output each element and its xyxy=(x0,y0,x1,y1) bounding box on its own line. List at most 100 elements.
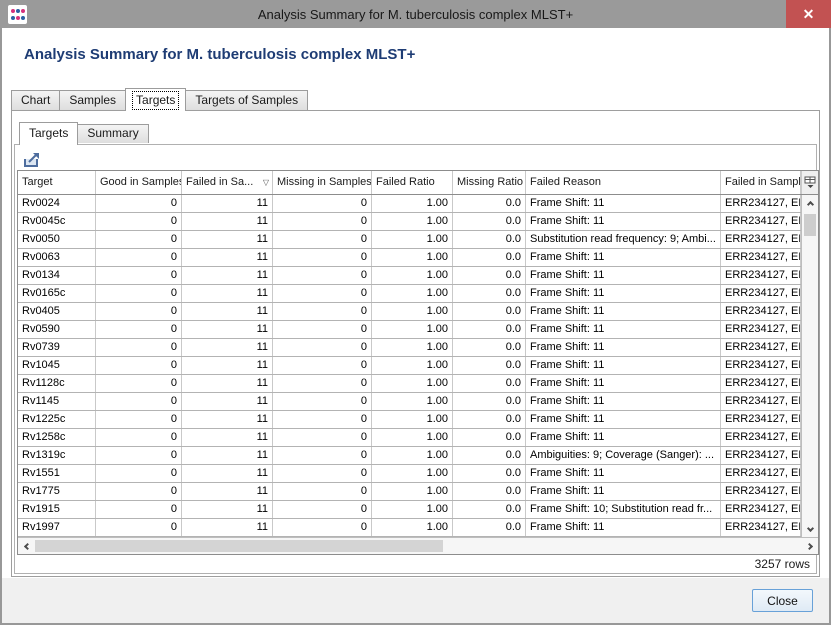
column-header-2[interactable]: Failed in Sa...▽ xyxy=(182,171,273,194)
column-header-7[interactable]: Failed in Sample xyxy=(721,171,801,194)
table-row[interactable]: Rv040501101.000.0Frame Shift: 11ERR23412… xyxy=(18,303,801,321)
table-row[interactable]: Rv005001101.000.0Substitution read frequ… xyxy=(18,231,801,249)
table-cell-3: 0 xyxy=(273,267,372,284)
table-cell-6: Frame Shift: 11 xyxy=(526,285,721,302)
table-cell-0: Rv0405 xyxy=(18,303,96,320)
table-cell-3: 0 xyxy=(273,375,372,392)
table-cell-6: Frame Shift: 11 xyxy=(526,411,721,428)
tab-samples[interactable]: Samples xyxy=(59,90,126,110)
footer: Close xyxy=(2,578,829,623)
table-row[interactable]: Rv177501101.000.0Frame Shift: 11ERR23412… xyxy=(18,483,801,501)
table-cell-7: ERR234127, ER. xyxy=(721,303,801,320)
table-cell-7: ERR234127, ER. xyxy=(721,267,801,284)
table-cell-6: Frame Shift: 11 xyxy=(526,519,721,536)
table-cell-5: 0.0 xyxy=(453,339,526,356)
table-cell-4: 1.00 xyxy=(372,519,453,536)
column-header-label: Missing Ratio xyxy=(457,176,523,188)
table-row[interactable]: Rv191501101.000.0Frame Shift: 10; Substi… xyxy=(18,501,801,519)
table-cell-3: 0 xyxy=(273,339,372,356)
table-cell-0: Rv0024 xyxy=(18,195,96,212)
table-cell-4: 1.00 xyxy=(372,465,453,482)
dialog-window: Analysis Summary for M. tuberculosis com… xyxy=(0,0,831,625)
column-chooser-button[interactable] xyxy=(801,171,818,194)
scroll-left-icon xyxy=(23,542,30,549)
table-cell-0: Rv1775 xyxy=(18,483,96,500)
table-cell-0: Rv1225c xyxy=(18,411,96,428)
table-row[interactable]: Rv1128c01101.000.0Frame Shift: 11ERR2341… xyxy=(18,375,801,393)
vertical-scrollbar[interactable] xyxy=(801,195,818,537)
table-cell-7: ERR234127, ER. xyxy=(721,231,801,248)
table-cell-2: 11 xyxy=(182,213,273,230)
scroll-left-button[interactable] xyxy=(18,538,34,554)
column-header-5[interactable]: Missing Ratio xyxy=(453,171,526,194)
table-cell-3: 0 xyxy=(273,231,372,248)
table-cell-4: 1.00 xyxy=(372,393,453,410)
table-row[interactable]: Rv114501101.000.0Frame Shift: 11ERR23412… xyxy=(18,393,801,411)
table-cell-7: ERR234127, ER. xyxy=(721,393,801,410)
app-icon-dot xyxy=(11,16,15,20)
table-cell-1: 0 xyxy=(96,195,182,212)
scroll-down-button[interactable] xyxy=(802,521,818,537)
table-cell-2: 11 xyxy=(182,249,273,266)
table-row[interactable]: Rv006301101.000.0Frame Shift: 11ERR23412… xyxy=(18,249,801,267)
table-cell-1: 0 xyxy=(96,447,182,464)
tab-targets-label: Targets xyxy=(132,91,179,110)
table-cell-1: 0 xyxy=(96,483,182,500)
table-cell-6: Frame Shift: 11 xyxy=(526,339,721,356)
table-cell-3: 0 xyxy=(273,357,372,374)
tab-inner-summary[interactable]: Summary xyxy=(77,124,148,143)
column-header-label: Missing in Samples xyxy=(277,176,372,188)
table-row[interactable]: Rv104501101.000.0Frame Shift: 11ERR23412… xyxy=(18,357,801,375)
scroll-right-button[interactable] xyxy=(802,538,818,554)
column-header-1[interactable]: Good in Samples xyxy=(96,171,182,194)
app-icon-dot xyxy=(11,9,15,13)
scroll-up-button[interactable] xyxy=(802,195,818,211)
tab-chart[interactable]: Chart xyxy=(11,90,60,110)
column-header-3[interactable]: Missing in Samples xyxy=(273,171,372,194)
table-cell-4: 1.00 xyxy=(372,339,453,356)
table-row[interactable]: Rv013401101.000.0Frame Shift: 11ERR23412… xyxy=(18,267,801,285)
table-cell-0: Rv0063 xyxy=(18,249,96,266)
table-cell-4: 1.00 xyxy=(372,285,453,302)
tab-targets[interactable]: Targets xyxy=(125,88,186,111)
table-cell-5: 0.0 xyxy=(453,249,526,266)
table-cell-3: 0 xyxy=(273,447,372,464)
table-cell-0: Rv1551 xyxy=(18,465,96,482)
table-row[interactable]: Rv073901101.000.0Frame Shift: 11ERR23412… xyxy=(18,339,801,357)
horizontal-scrollbar[interactable] xyxy=(18,537,818,554)
column-header-6[interactable]: Failed Reason xyxy=(526,171,721,194)
window-close-button[interactable]: ✕ xyxy=(786,0,831,28)
table-cell-0: Rv1319c xyxy=(18,447,96,464)
table-row[interactable]: Rv0165c01101.000.0Frame Shift: 11ERR2341… xyxy=(18,285,801,303)
table-cell-4: 1.00 xyxy=(372,195,453,212)
table-cell-6: Substitution read frequency: 9; Ambi... xyxy=(526,231,721,248)
table-row[interactable]: Rv1319c01101.000.0Ambiguities: 9; Covera… xyxy=(18,447,801,465)
table-cell-7: ERR234127, ER. xyxy=(721,213,801,230)
table-cell-0: Rv1915 xyxy=(18,501,96,518)
table-row[interactable]: Rv155101101.000.0Frame Shift: 11ERR23412… xyxy=(18,465,801,483)
tab-targets-of-samples[interactable]: Targets of Samples xyxy=(185,90,308,110)
table-row[interactable]: Rv0045c01101.000.0Frame Shift: 11ERR2341… xyxy=(18,213,801,231)
tab-inner-targets[interactable]: Targets xyxy=(19,122,78,145)
page-title: Analysis Summary for M. tuberculosis com… xyxy=(24,46,415,63)
export-button[interactable] xyxy=(19,151,43,170)
column-header-0[interactable]: Target xyxy=(18,171,96,194)
close-button[interactable]: Close xyxy=(752,589,813,612)
table-row[interactable]: Rv1225c01101.000.0Frame Shift: 11ERR2341… xyxy=(18,411,801,429)
table-cell-4: 1.00 xyxy=(372,483,453,500)
table-cell-3: 0 xyxy=(273,249,372,266)
column-header-4[interactable]: Failed Ratio xyxy=(372,171,453,194)
table-cell-7: ERR234127, ER. xyxy=(721,285,801,302)
table-cell-1: 0 xyxy=(96,501,182,518)
table-row[interactable]: Rv059001101.000.0Frame Shift: 11ERR23412… xyxy=(18,321,801,339)
table-cell-2: 11 xyxy=(182,285,273,302)
table-cell-5: 0.0 xyxy=(453,393,526,410)
table-header-cells: TargetGood in SamplesFailed in Sa...▽ Mis… xyxy=(18,171,801,194)
table-row[interactable]: Rv199701101.000.0Frame Shift: 11ERR23412… xyxy=(18,519,801,537)
table-cell-3: 0 xyxy=(273,321,372,338)
vertical-scrollbar-thumb[interactable] xyxy=(804,214,816,236)
table-row[interactable]: Rv1258c01101.000.0Frame Shift: 11ERR2341… xyxy=(18,429,801,447)
table-cell-1: 0 xyxy=(96,357,182,374)
horizontal-scrollbar-thumb[interactable] xyxy=(35,540,443,552)
table-row[interactable]: Rv002401101.000.0Frame Shift: 11ERR23412… xyxy=(18,195,801,213)
